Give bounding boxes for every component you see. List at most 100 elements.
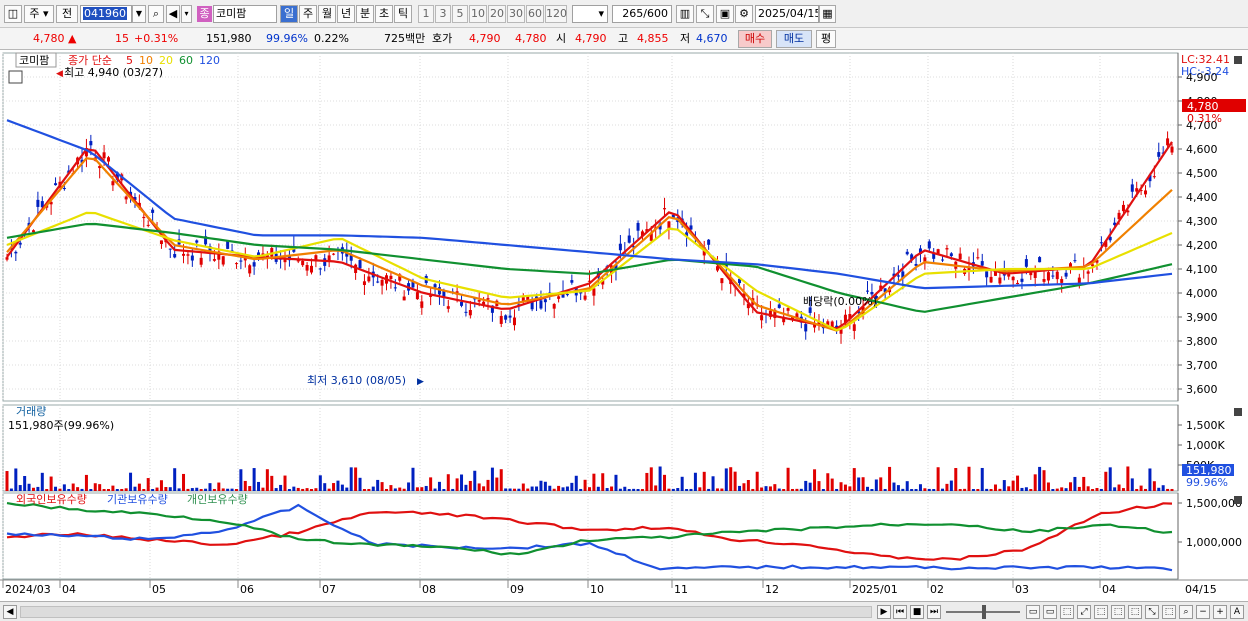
candle-body <box>786 308 790 311</box>
first-page-icon[interactable]: ⏮ <box>893 605 907 619</box>
chart-tool-icon[interactable]: ▥ <box>676 5 694 23</box>
candle-body <box>446 306 450 309</box>
settings-icon[interactable]: ⚙ <box>735 5 753 23</box>
speaker-dropdown-icon[interactable]: ▾ <box>181 5 192 23</box>
view-icon-9[interactable]: ⬚ <box>1162 605 1176 619</box>
zoom-out-small-icon[interactable]: ⌕ <box>1179 605 1193 619</box>
stock-chart[interactable]: 2024/03 04 05 06 07 08 09 10 11 12 2025/01 02 03 04 04… <box>0 51 1248 601</box>
view-icon-1[interactable]: ▭ <box>1026 605 1040 619</box>
last-page-icon[interactable]: ⏭ <box>927 605 941 619</box>
tick-interval-button-5[interactable]: 30 <box>507 5 525 23</box>
volume-bar <box>226 488 230 491</box>
candle-body <box>985 271 989 278</box>
view-icon-8[interactable]: ⤡ <box>1145 605 1159 619</box>
volume-bar <box>680 476 684 491</box>
candle-body <box>1046 272 1050 281</box>
period-button-4[interactable]: 분 <box>356 5 374 23</box>
volume-bar <box>1042 470 1046 491</box>
view-icon-6[interactable]: ⬚ <box>1111 605 1125 619</box>
speaker-icon[interactable]: ◀ <box>166 5 180 23</box>
sell-button[interactable]: 매도 <box>776 30 812 48</box>
stop-icon[interactable]: ■ <box>910 605 924 619</box>
period-button-6[interactable]: 틱 <box>394 5 412 23</box>
count-value: 265 <box>622 7 644 20</box>
search-icon[interactable]: ⌕ <box>148 5 164 23</box>
view-icon-2[interactable]: ▭ <box>1043 605 1057 619</box>
scroll-right-icon[interactable]: ▶ <box>877 605 891 619</box>
volume-bar <box>526 488 530 491</box>
volume-bar <box>301 488 305 491</box>
scroll-track[interactable] <box>20 606 872 618</box>
volume-bar <box>605 488 609 491</box>
volume-bar <box>1113 487 1117 491</box>
volume-bar <box>1170 488 1174 491</box>
volume-bar <box>777 488 781 491</box>
volume-bar <box>667 488 671 491</box>
zoom-in-icon[interactable]: + <box>1213 605 1227 619</box>
price-tick-label-9: 4,000 <box>1186 287 1218 300</box>
scroll-bar[interactable]: ◀ ▶ ⏮ ■ ⏭ ▭ ▭ ⬚ ⤢ ⬚ ⬚ ⬚ ⤡ ⬚ ⌕ − + A <box>0 601 1248 621</box>
view-icon-3[interactable]: ⬚ <box>1060 605 1074 619</box>
candle-body <box>433 284 437 288</box>
code-dropdown-icon[interactable]: ▼ <box>132 5 146 23</box>
prev-button[interactable]: 전 <box>56 5 78 23</box>
tick-interval-button-4[interactable]: 20 <box>488 5 506 23</box>
chart-tool-2-icon[interactable]: ⤡ <box>696 5 714 23</box>
x-axis-label-13: 04 <box>1102 583 1116 596</box>
tick-interval-button-1[interactable]: 3 <box>435 5 451 23</box>
date-input[interactable]: 2025/04/15 <box>755 5 819 23</box>
buy-button[interactable]: 매수 <box>738 30 772 48</box>
x-axis-label-2: 05 <box>152 583 166 596</box>
period-button-1[interactable]: 주 <box>299 5 317 23</box>
volume-bar <box>830 478 834 491</box>
stock-code-input[interactable]: 041960 <box>80 5 132 23</box>
tick-interval-button-3[interactable]: 10 <box>469 5 487 23</box>
panel-settings-icon[interactable] <box>8 70 23 84</box>
candle-body <box>190 255 194 261</box>
view-icon-7[interactable]: ⬚ <box>1128 605 1142 619</box>
calendar-icon[interactable]: ▦ <box>819 5 836 23</box>
volume-bar <box>879 477 883 491</box>
volume-bar <box>482 486 486 491</box>
volume-value: 151,980 <box>206 32 252 45</box>
count-input[interactable]: 265/600 <box>612 5 672 23</box>
view-icon-5[interactable]: ⬚ <box>1094 605 1108 619</box>
volume-bar <box>888 466 892 491</box>
zoom-handle[interactable] <box>982 605 986 619</box>
volume-bar <box>768 486 772 491</box>
volume-bar <box>1024 487 1028 491</box>
volume-panel-value: 151,980주(99.96%) <box>8 419 114 432</box>
view-icon-4[interactable]: ⤢ <box>1077 605 1091 619</box>
volume-bar <box>764 486 768 491</box>
open-label: 시 <box>556 32 567 45</box>
period-select[interactable]: 주 ▾ <box>24 5 54 23</box>
candle-body <box>195 240 199 243</box>
tick-interval-button-2[interactable]: 5 <box>452 5 468 23</box>
even-button[interactable]: 평 <box>816 30 836 48</box>
volume-bar <box>720 488 724 491</box>
save-icon[interactable]: ▣ <box>716 5 734 23</box>
panel-close-icon-1[interactable] <box>1234 408 1242 416</box>
window-menu-icon[interactable]: ◫ <box>4 5 22 23</box>
font-size-icon[interactable]: A <box>1230 605 1244 619</box>
tick-interval-button-0[interactable]: 1 <box>418 5 434 23</box>
period-button-2[interactable]: 월 <box>318 5 336 23</box>
period-button-5[interactable]: 초 <box>375 5 393 23</box>
zoom-out-icon[interactable]: − <box>1196 605 1210 619</box>
tick-interval-button-7[interactable]: 120 <box>545 5 567 23</box>
panel-close-icon-0[interactable] <box>1234 56 1242 64</box>
volume-bar <box>1073 476 1077 491</box>
tick-interval-button-6[interactable]: 60 <box>526 5 544 23</box>
candle-body <box>905 251 909 255</box>
period-button-3[interactable]: 년 <box>337 5 355 23</box>
stock-name-field[interactable]: 코미팜 <box>213 5 277 23</box>
period-button-0[interactable]: 일 <box>280 5 298 23</box>
scroll-left-icon[interactable]: ◀ <box>3 605 17 619</box>
candle-body <box>1038 257 1042 263</box>
count-dropdown[interactable]: ▾ <box>572 5 608 23</box>
volume-bar <box>327 488 331 491</box>
panel-close-icon-2[interactable] <box>1234 496 1242 504</box>
volume-bar <box>539 480 543 491</box>
volume-bar <box>588 487 591 491</box>
period-select-value: 주 <box>29 7 40 20</box>
